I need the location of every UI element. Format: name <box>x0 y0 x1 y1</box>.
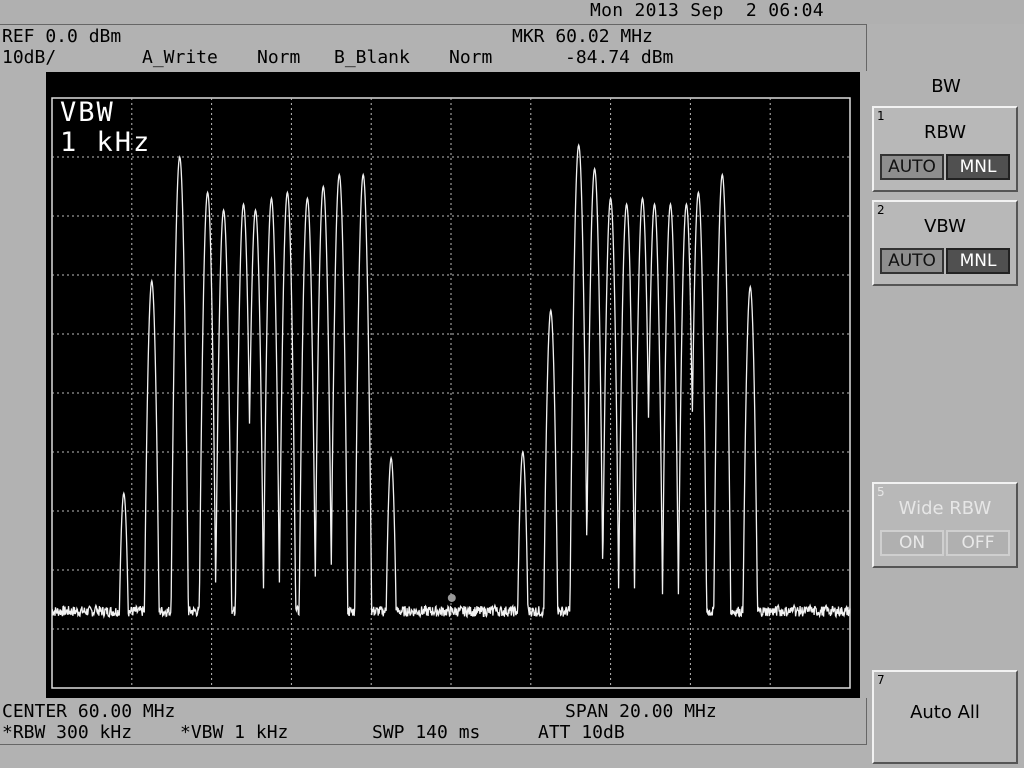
scale-div: 10dB/ <box>2 47 57 68</box>
span-value: SPAN 20.00 MHz <box>565 701 717 722</box>
vbw-auto-option[interactable]: AUTO <box>880 248 944 274</box>
rbw-manual-option[interactable]: MNL <box>946 154 1010 180</box>
trace-a-detector: Norm <box>257 47 301 68</box>
softkey-auto-all[interactable]: 7 Auto All <box>872 670 1018 764</box>
softkey-label: Auto All <box>910 702 980 723</box>
softkey-number: 2 <box>877 203 885 217</box>
marker-point <box>447 593 456 602</box>
spectrum-plot <box>51 97 851 689</box>
vbw-manual-option[interactable]: MNL <box>946 248 1010 274</box>
status-bar <box>0 0 1024 24</box>
trace-b-mode: B_Blank <box>334 47 410 68</box>
marker-amplitude: -84.74 dBm <box>565 47 674 68</box>
center-frequency: CENTER 60.00 MHz <box>2 701 176 722</box>
vbw-annotation-title: VBW <box>60 97 115 128</box>
softkey-wide-rbw[interactable]: 5 Wide RBW ON OFF <box>872 482 1018 568</box>
wide-rbw-on-option[interactable]: ON <box>880 530 944 556</box>
menu-title: BW <box>931 76 961 97</box>
rbw-status: *RBW 300 kHz <box>2 722 133 743</box>
softkey-vbw[interactable]: 2 VBW AUTO MNL <box>872 200 1018 286</box>
softkey-number: 7 <box>877 673 885 687</box>
softkey-number: 1 <box>877 109 885 123</box>
wide-rbw-off-option[interactable]: OFF <box>946 530 1010 556</box>
softkey-label: Wide RBW <box>898 498 992 519</box>
softkey-menu: BW 1 RBW AUTO MNL 2 VBW AUTO MNL 5 Wide … <box>868 70 1024 768</box>
trace-a-line <box>51 143 851 619</box>
softkey-number: 5 <box>877 485 885 499</box>
attenuation: ATT 10dB <box>538 722 625 743</box>
vbw-annotation-value: 1 kHz <box>60 127 152 158</box>
softkey-label: RBW <box>923 122 966 143</box>
sweep-time: SWP 140 ms <box>372 722 481 743</box>
softkey-label: VBW <box>924 216 966 237</box>
vbw-status: *VBW 1 kHz <box>180 722 289 743</box>
rbw-auto-option[interactable]: AUTO <box>880 154 944 180</box>
ref-level: REF 0.0 dBm <box>2 26 122 47</box>
datetime: Mon 2013 Sep 2 06:04 <box>590 0 824 21</box>
vbw-annotation: VBW 1 kHz <box>60 98 151 158</box>
trace-a-mode: A_Write <box>142 47 218 68</box>
trace-b-detector: Norm <box>449 47 493 68</box>
header-panel <box>0 24 867 71</box>
spectrum-display[interactable]: VBW 1 kHz <box>46 72 860 698</box>
softkey-rbw[interactable]: 1 RBW AUTO MNL <box>872 106 1018 192</box>
marker-frequency: MKR 60.02 MHz <box>512 26 653 47</box>
